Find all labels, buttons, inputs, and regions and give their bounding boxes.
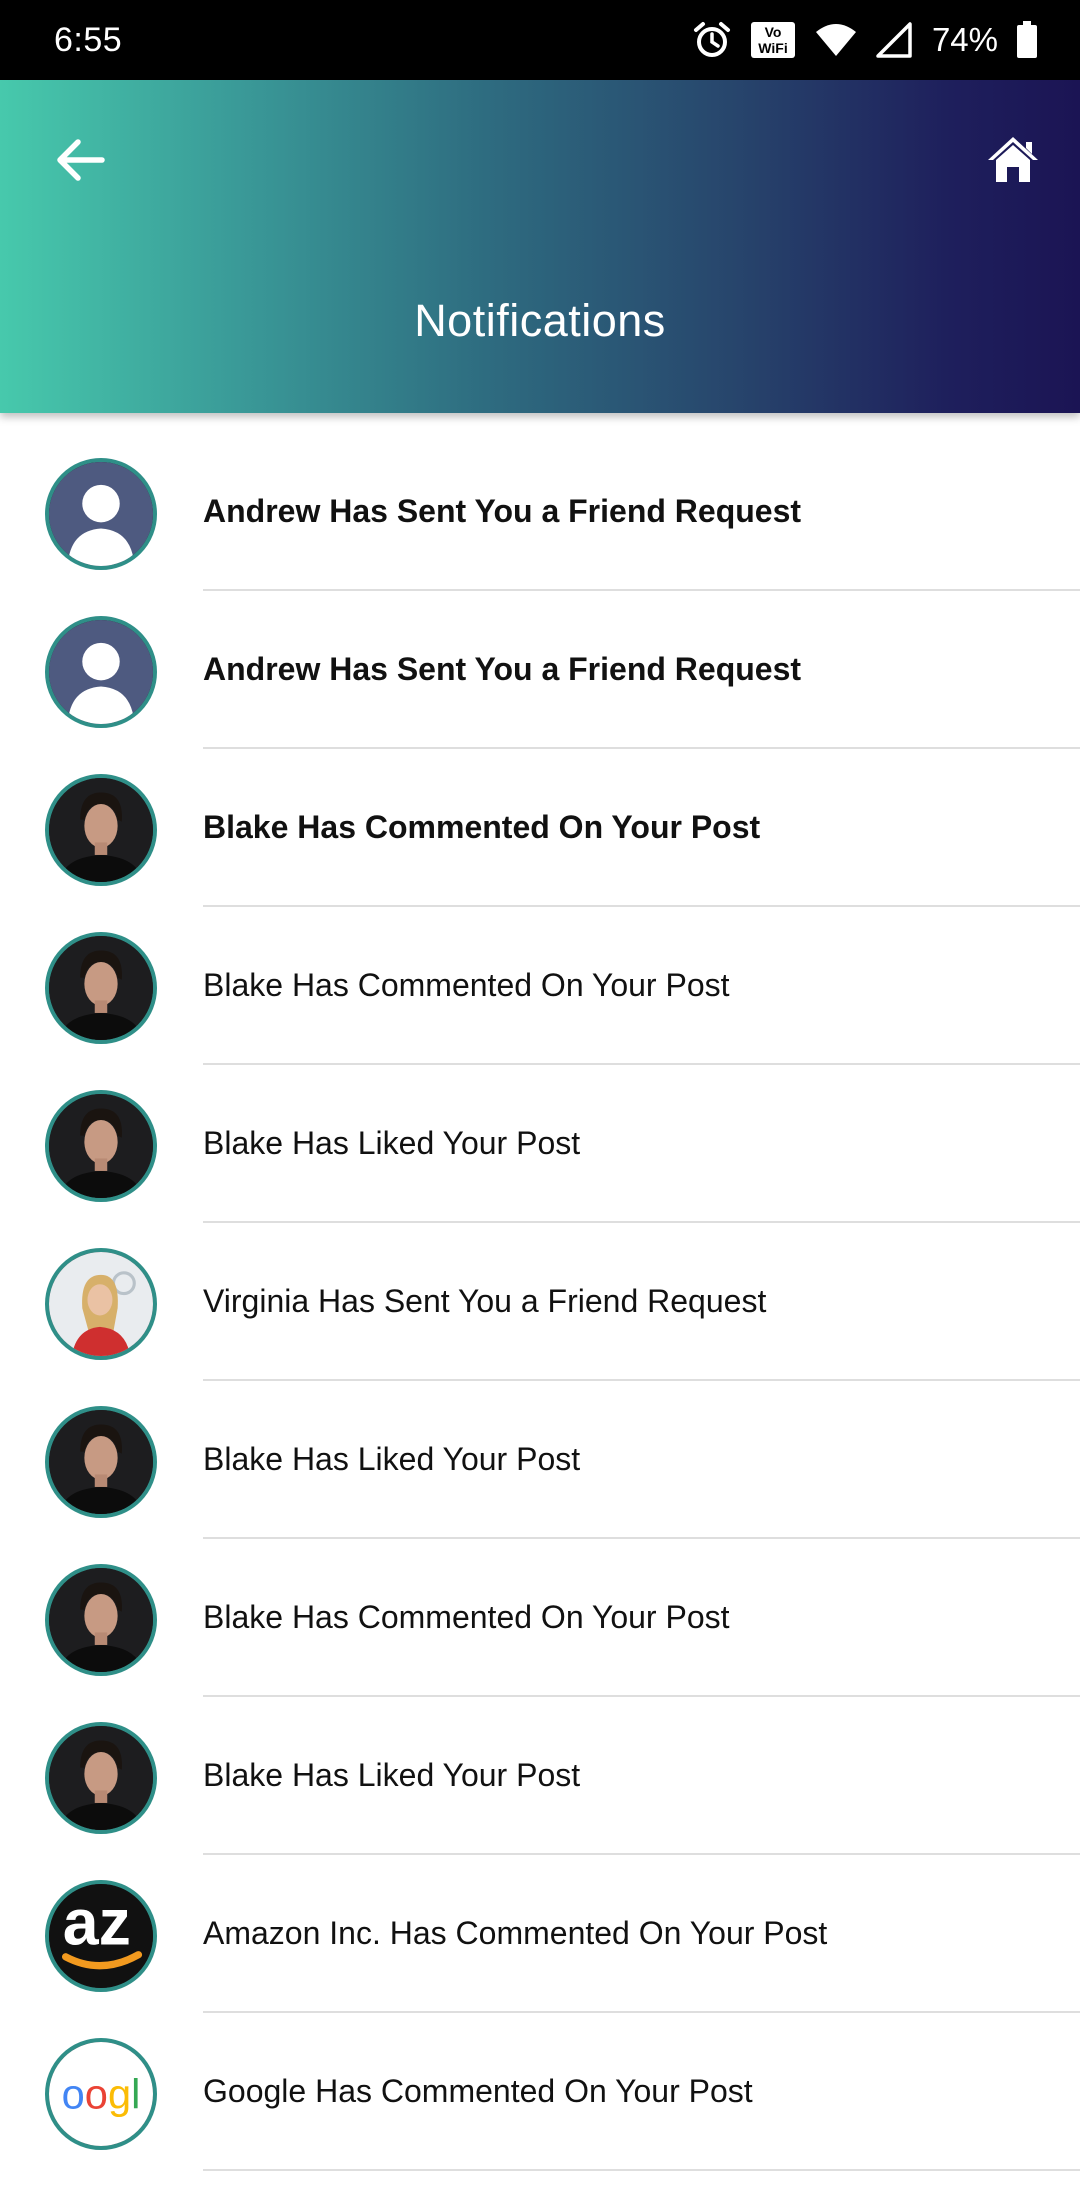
notification-item[interactable]: Blake Has Commented On Your Post bbox=[0, 1519, 1080, 1697]
svg-text:Vo: Vo bbox=[765, 24, 782, 40]
avatar bbox=[45, 616, 157, 728]
notification-text: Blake Has Commented On Your Post bbox=[203, 1599, 730, 1635]
avatar bbox=[45, 1722, 157, 1834]
notification-text: Blake Has Commented On Your Post bbox=[203, 967, 730, 1003]
notification-text: Virginia Has Sent You a Friend Request bbox=[203, 1283, 767, 1319]
home-button[interactable] bbox=[980, 128, 1046, 194]
notification-item[interactable]: Blake Has Commented On Your Post bbox=[0, 729, 1080, 907]
vowifi-icon: Vo WiFi bbox=[750, 21, 796, 59]
back-button[interactable] bbox=[48, 130, 112, 194]
alarm-icon bbox=[692, 20, 732, 60]
svg-text:oogl: oogl bbox=[62, 2071, 141, 2118]
battery-icon bbox=[1016, 21, 1038, 59]
notification-text: Andrew Has Sent You a Friend Request bbox=[203, 493, 802, 529]
notification-item[interactable]: Andrew Has Sent You a Friend Request bbox=[0, 413, 1080, 591]
notification-item[interactable]: az Amazon Inc. Has Commented On Your Pos… bbox=[0, 1835, 1080, 2013]
notification-item[interactable]: Virginia Has Sent You a Friend Request bbox=[0, 1203, 1080, 1381]
notification-text: Google Has Commented On Your Post bbox=[203, 2073, 753, 2109]
avatar bbox=[45, 1564, 157, 1676]
notification-item[interactable]: Andrew Has Sent You a Friend Request bbox=[0, 571, 1080, 749]
notification-item[interactable]: Blake Has Liked Your Post bbox=[0, 1361, 1080, 1539]
notification-item[interactable]: oogl Google Has Commented On Your Post bbox=[0, 1993, 1080, 2171]
notification-list: Andrew Has Sent You a Friend Request And… bbox=[0, 413, 1080, 2171]
notification-text: Andrew Has Sent You a Friend Request bbox=[203, 651, 802, 687]
status-bar: 6:55 Vo WiFi 74% bbox=[0, 0, 1080, 80]
notification-text: Blake Has Liked Your Post bbox=[203, 1441, 581, 1477]
avatar bbox=[45, 774, 157, 886]
page-title: Notifications bbox=[414, 295, 666, 346]
avatar: az bbox=[45, 1880, 157, 1992]
status-icons: Vo WiFi 74% bbox=[692, 20, 1038, 60]
notification-text: Blake Has Liked Your Post bbox=[203, 1125, 581, 1161]
avatar bbox=[45, 458, 157, 570]
notification-item[interactable]: Blake Has Liked Your Post bbox=[0, 1677, 1080, 1855]
divider bbox=[203, 2169, 1080, 2171]
notification-text: Amazon Inc. Has Commented On Your Post bbox=[203, 1915, 828, 1951]
avatar bbox=[45, 1090, 157, 1202]
signal-icon bbox=[876, 22, 912, 58]
notification-text: Blake Has Commented On Your Post bbox=[203, 809, 761, 845]
status-time: 6:55 bbox=[54, 20, 123, 59]
avatar bbox=[45, 1248, 157, 1360]
avatar bbox=[45, 1406, 157, 1518]
notification-item[interactable]: Blake Has Commented On Your Post bbox=[0, 887, 1080, 1065]
svg-text:az: az bbox=[63, 1886, 131, 1958]
battery-percent: 74% bbox=[931, 21, 998, 58]
arrow-left-icon bbox=[54, 138, 106, 187]
avatar bbox=[45, 932, 157, 1044]
notification-item[interactable]: Blake Has Liked Your Post bbox=[0, 1045, 1080, 1223]
notification-text: Blake Has Liked Your Post bbox=[203, 1757, 581, 1793]
app-header: Notifications bbox=[0, 80, 1080, 413]
svg-text:WiFi: WiFi bbox=[758, 40, 787, 56]
avatar: oogl bbox=[45, 2038, 157, 2150]
home-icon bbox=[986, 134, 1040, 189]
wifi-icon bbox=[814, 22, 858, 58]
